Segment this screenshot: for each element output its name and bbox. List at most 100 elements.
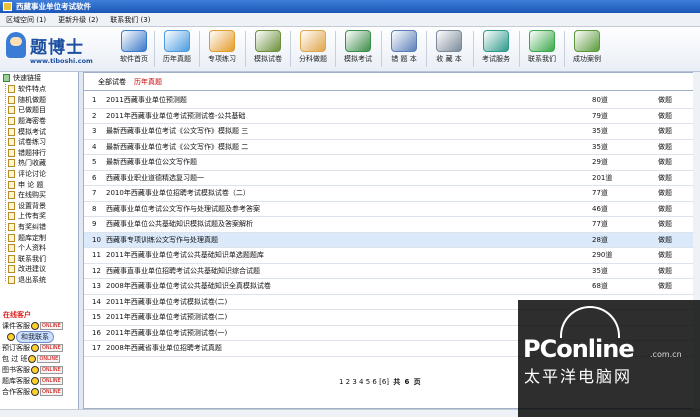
menu-contact[interactable]: 联系我们 (3)	[110, 15, 150, 25]
paper-row[interactable]: 12 西藏事直事业单位招聘考试公共基础知识综合试题 35道 做题	[84, 264, 699, 279]
toolbar-button-3[interactable]: 模拟试卷	[246, 28, 290, 70]
sidebar-item[interactable]: 试卷练习	[0, 137, 78, 148]
sidebar-item[interactable]: 随机做题	[0, 95, 78, 106]
paper-row[interactable]: 3 最新西藏事业单位考试《公文写作》模拟题 三 35道 做题	[84, 124, 699, 140]
paper-title[interactable]: 2011年西藏事业单位考试预测试卷(二)	[106, 312, 227, 322]
do-questions-link[interactable]: 做题	[658, 266, 672, 276]
paper-title[interactable]: 西藏事业单位公共基础知识模拟试题及答案解析	[106, 219, 253, 229]
do-questions-link[interactable]: 做题	[658, 281, 672, 291]
do-questions-link[interactable]: 做题	[658, 126, 672, 136]
toolbar-button-label: 软件首页	[120, 55, 148, 63]
sidebar-item[interactable]: 改进建议	[0, 264, 78, 275]
toolbar-button-2[interactable]: 专项练习	[200, 28, 244, 70]
do-questions-link[interactable]: 做题	[658, 250, 672, 260]
service-contact[interactable]: 合作客服 ONLINE	[2, 387, 63, 397]
tab-past-papers[interactable]: 历年真题	[134, 77, 162, 87]
paper-row[interactable]: 4 最新西藏事业单位考试《公文写作》模拟题 二 35道 做题	[84, 140, 699, 155]
toolbar-button-label: 模拟试卷	[254, 55, 282, 63]
service-contact[interactable]: 包 过 班 ONLINE	[2, 354, 61, 364]
toolbar-button-0[interactable]: 软件首页	[112, 28, 156, 70]
sidebar-item-label: 有奖纠错	[18, 223, 46, 232]
do-questions-link[interactable]: 做题	[658, 188, 672, 198]
paper-title[interactable]: 最新西藏事业单位考试《公文写作》模拟题 三	[106, 126, 248, 136]
online-badge: ONLINE	[37, 355, 61, 363]
toolbar-button-7[interactable]: 收 藏 本	[427, 28, 471, 70]
toolbar-button-5[interactable]: 模拟考试	[336, 28, 380, 70]
sidebar-item[interactable]: 题库定制	[0, 232, 78, 243]
paper-row[interactable]: 8 西藏事业单位考试公文写作与处理试题及参考答案 46道 做题	[84, 202, 699, 217]
service-contact[interactable]: 预订客服 ONLINE	[2, 343, 63, 353]
toolbar-button-label: 错 题 本	[391, 55, 417, 63]
paper-title[interactable]: 2011西藏事业单位预测题	[106, 95, 187, 105]
paper-row[interactable]: 10 西藏事专项训练公文写作与处理真题 28道 做题	[84, 232, 699, 248]
tab-all-papers[interactable]: 全部试卷	[98, 77, 126, 87]
do-questions-link[interactable]: 做题	[658, 235, 672, 245]
exam-icon	[345, 30, 371, 52]
paper-row[interactable]: 1 2011西藏事业单位预测题 80道 做题	[84, 93, 699, 109]
sidebar-item-label: 联系我们	[18, 254, 46, 263]
sidebar-item[interactable]: 联系我们	[0, 254, 78, 265]
menu-update[interactable]: 更新升级 (2)	[58, 15, 98, 25]
paper-title[interactable]: 2011年西藏事业单位考试预测试卷(一)	[106, 328, 227, 338]
sidebar-item[interactable]: 软件特点	[0, 84, 78, 95]
qq-icon	[31, 344, 39, 352]
paper-title[interactable]: 西藏事专项训练公文写作与处理真题	[106, 235, 218, 245]
do-questions-link[interactable]: 做题	[658, 204, 672, 214]
paper-title[interactable]: 西藏事直事业单位招聘考试公共基础知识综合试题	[106, 266, 260, 276]
sidebar-item[interactable]: 上传有奖	[0, 211, 78, 222]
toolbar-button-10[interactable]: 成功案例	[565, 28, 609, 70]
paper-title[interactable]: 2011年西藏事业单位考试模拟试卷(二)	[106, 297, 227, 307]
sidebar-item[interactable]: 在线购买	[0, 190, 78, 201]
toolbar-button-6[interactable]: 错 题 本	[382, 28, 426, 70]
paper-row[interactable]: 7 2010年西藏事业单位招聘考试模拟试卷（二） 77道 做题	[84, 186, 699, 202]
do-questions-link[interactable]: 做题	[658, 173, 672, 183]
do-questions-link[interactable]: 做题	[658, 219, 672, 229]
sidebar-item[interactable]: 有奖纠错	[0, 222, 78, 233]
sidebar-item[interactable]: 模拟考试	[0, 126, 78, 137]
paper-row[interactable]: 6 西藏事业职业道德精选复习题一 201道 做题	[84, 171, 699, 186]
paper-title[interactable]: 2008年西藏事业单位考试公共基础知识全真模拟试卷	[106, 281, 271, 291]
sidebar-item[interactable]: 热门收藏	[0, 158, 78, 169]
qq-icon	[31, 388, 39, 396]
tree-line	[5, 84, 6, 281]
sidebar-item[interactable]: 退出系统	[0, 275, 78, 286]
service-contact[interactable]: 图书客服 ONLINE	[2, 365, 63, 375]
paper-row[interactable]: 11 2011年西藏事业单位考试公共基础知识单选题题库 290道 做题	[84, 248, 699, 264]
paper-row[interactable]: 9 西藏事业单位公共基础知识模拟试题及答案解析 77道 做题	[84, 217, 699, 233]
sidebar-item[interactable]: 设置背景	[0, 201, 78, 212]
paper-row[interactable]: 5 最新西藏事业单位公文写作题 29道 做题	[84, 155, 699, 171]
toolbar-button-9[interactable]: 联系我们	[520, 28, 564, 70]
sidebar-item-label: 设置背景	[18, 201, 46, 210]
sidebar-item[interactable]: 评论讨论	[0, 169, 78, 180]
paper-title[interactable]: 西藏事业单位考试公文写作与处理试题及参考答案	[106, 204, 260, 214]
paper-row[interactable]: 13 2008年西藏事业单位考试公共基础知识全真模拟试卷 68道 做题	[84, 279, 699, 295]
paper-title[interactable]: 最新西藏事业单位考试《公文写作》模拟题 二	[106, 142, 248, 152]
toolbar-button-4[interactable]: 分科做题	[291, 28, 335, 70]
do-questions-link[interactable]: 做题	[658, 157, 672, 167]
sidebar-item[interactable]: 已做题目	[0, 105, 78, 116]
paper-title[interactable]: 2008年西藏省事业单位招聘考试真题	[106, 343, 222, 353]
sidebar-item[interactable]: 题海密卷	[0, 116, 78, 127]
sidebar-item[interactable]: 错题排行	[0, 148, 78, 159]
menu-region[interactable]: 区域空间 (1)	[6, 15, 46, 25]
do-questions-link[interactable]: 做题	[658, 95, 672, 105]
paper-number: 17	[92, 344, 101, 353]
page-links[interactable]: 1 2 3 4 5 6	[339, 378, 377, 386]
do-questions-link[interactable]: 做题	[658, 142, 672, 152]
paper-title[interactable]: 西藏事业职业道德精选复习题一	[106, 173, 204, 183]
do-questions-link[interactable]: 做题	[658, 111, 672, 121]
paper-title[interactable]: 2010年西藏事业单位招聘考试模拟试卷（二）	[106, 188, 250, 198]
toolbar-button-1[interactable]: 历年真题	[155, 28, 199, 70]
paper-title[interactable]: 2011年西藏事业单位考试预测试卷-公共基础	[106, 111, 245, 121]
toolbar-button-8[interactable]: 考试服务	[474, 28, 518, 70]
paper-title[interactable]: 2011年西藏事业单位考试公共基础知识单选题题库	[106, 250, 264, 260]
sidebar-item[interactable]: 申 论 题	[0, 179, 78, 190]
service-contact[interactable]: 题库客服 ONLINE	[2, 376, 63, 386]
sidebar-item-label: 申 论 题	[18, 180, 44, 189]
service-contact[interactable]: 课件客服 ONLINE	[2, 321, 63, 331]
paper-row[interactable]: 2 2011年西藏事业单位考试预测试卷-公共基础 79道 做题	[84, 109, 699, 124]
paper-title[interactable]: 最新西藏事业单位公文写作题	[106, 157, 197, 167]
sidebar-item[interactable]: 个人资料	[0, 243, 78, 254]
paper-number: 7	[92, 189, 97, 198]
qq-contact-button[interactable]: 和我联系	[6, 331, 54, 343]
